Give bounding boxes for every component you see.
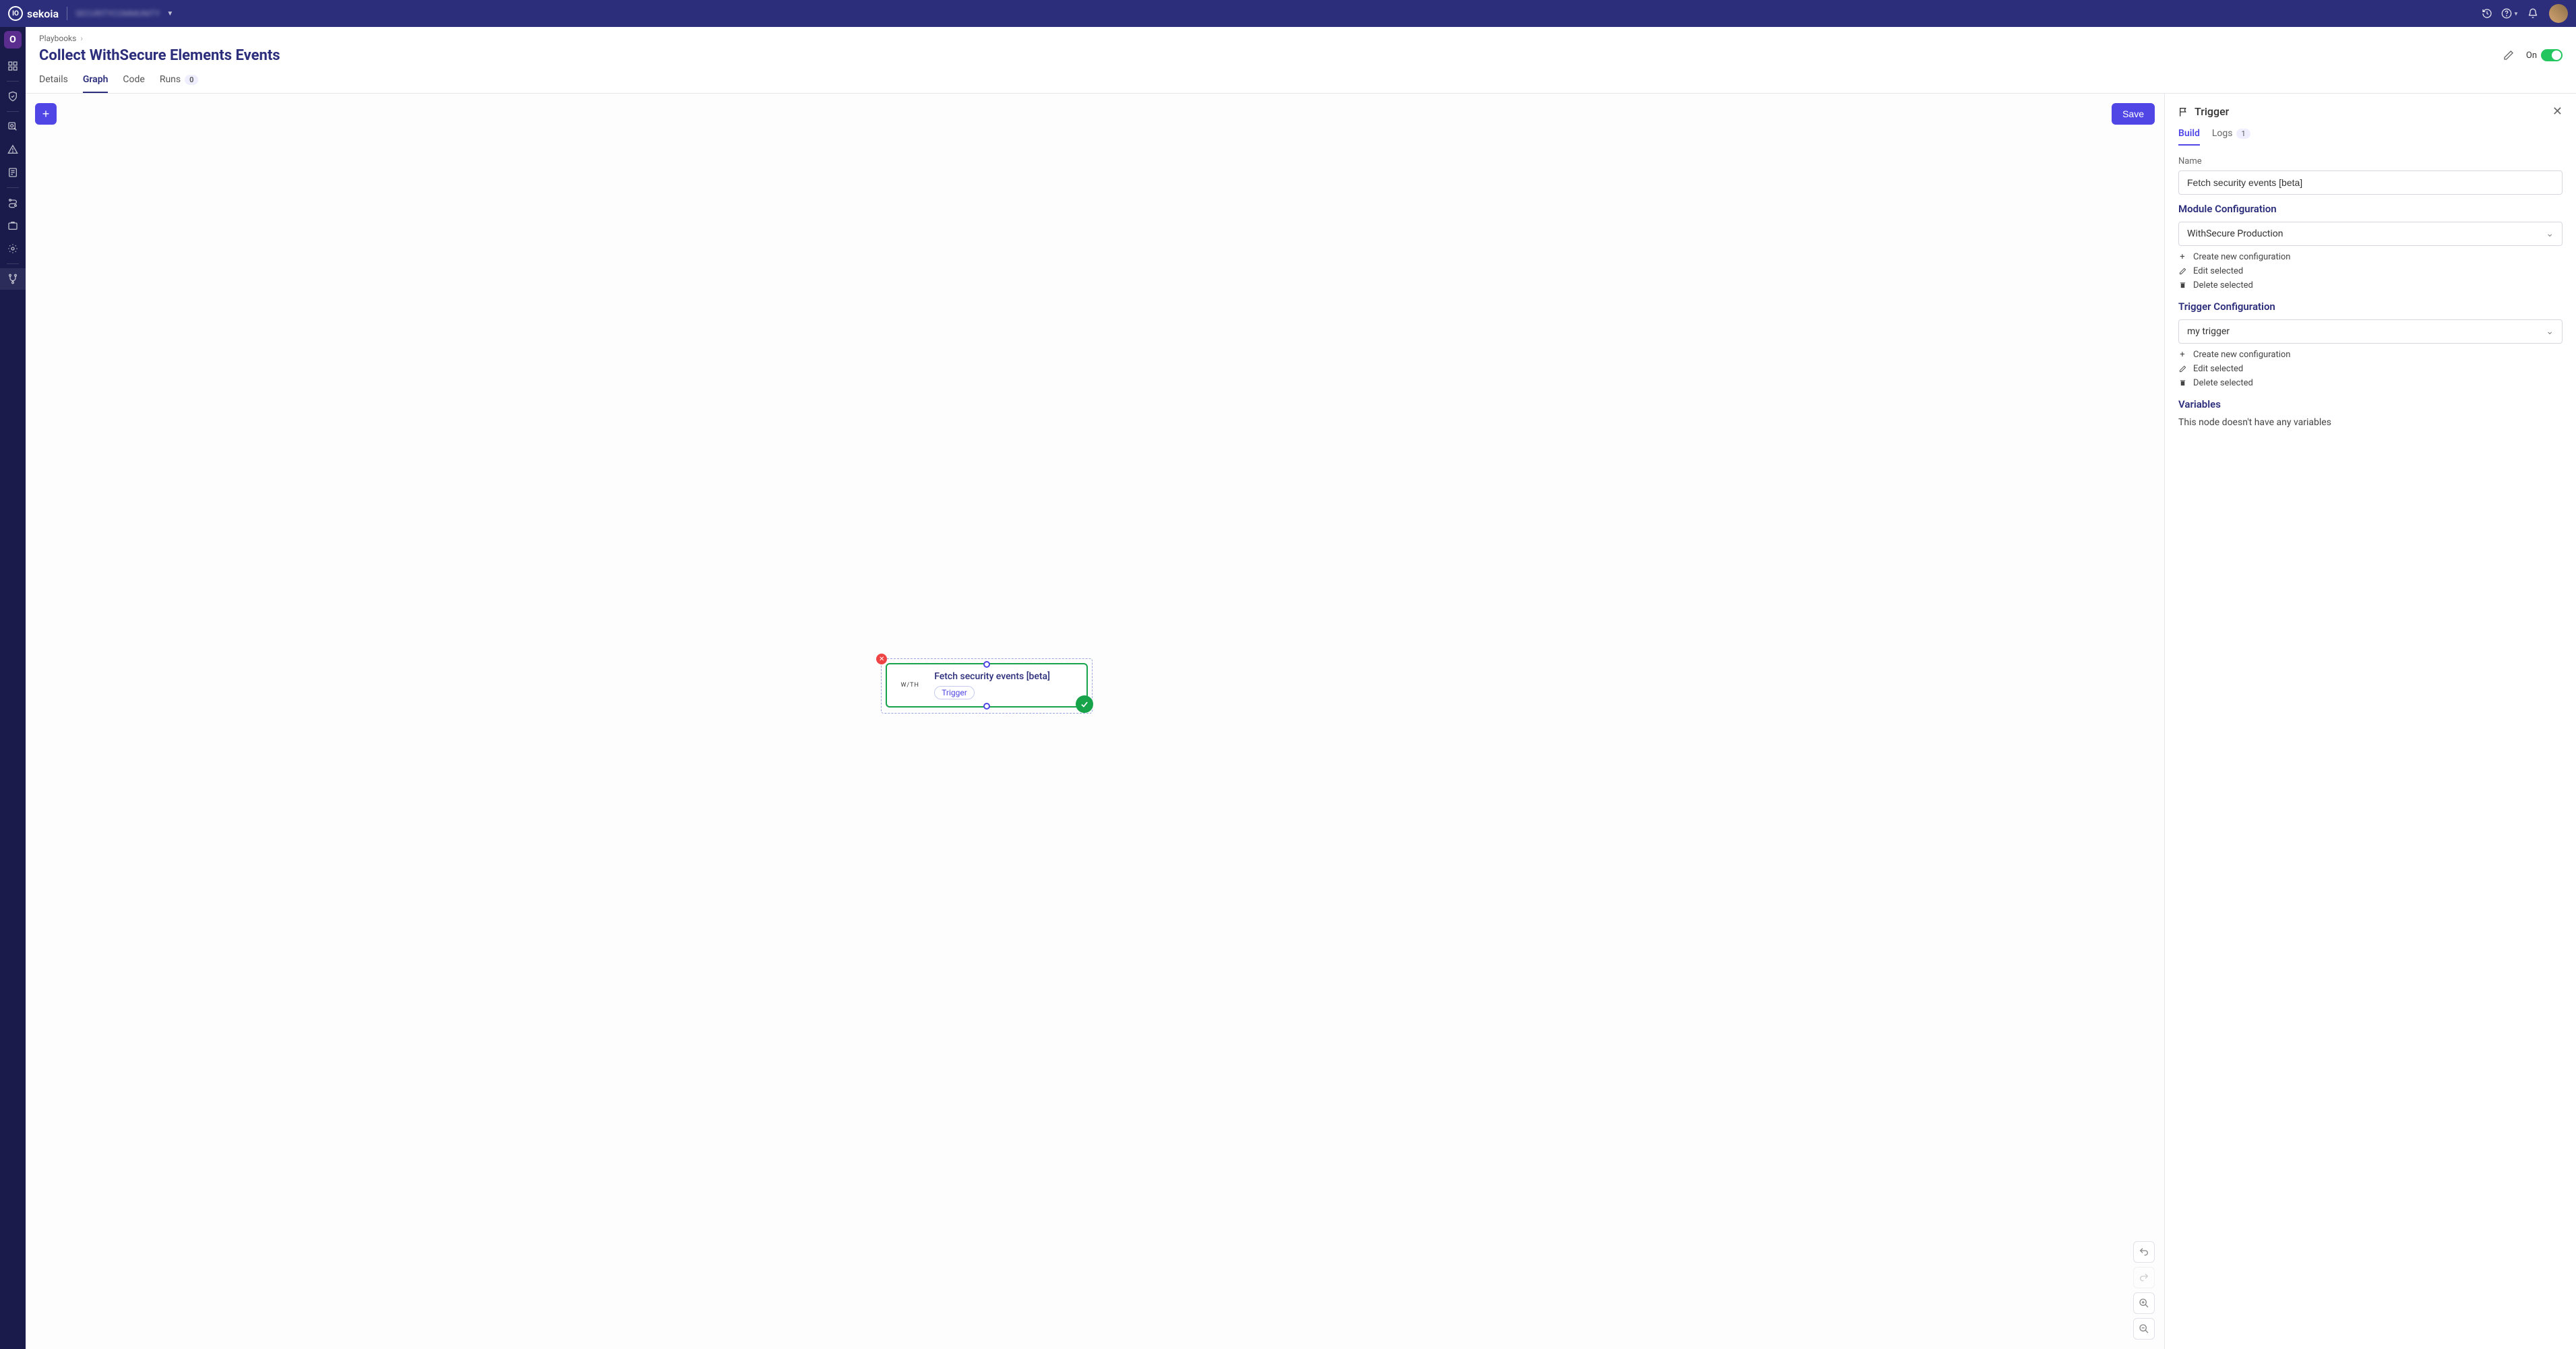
redo-button[interactable] xyxy=(2133,1267,2155,1288)
chevron-down-icon: ▼ xyxy=(166,10,173,18)
chevron-down-icon: ▼ xyxy=(2513,11,2519,17)
brand-name: sekoia xyxy=(27,7,59,20)
sidebar-item-reports[interactable] xyxy=(0,162,26,183)
brand-logo-icon: IO xyxy=(8,6,23,21)
sidebar-item-alert[interactable] xyxy=(0,139,26,160)
tab-runs-label: Runs xyxy=(160,74,181,85)
chevron-right-icon: › xyxy=(80,34,83,43)
name-label: Name xyxy=(2178,156,2563,166)
module-config-delete[interactable]: Delete selected xyxy=(2178,278,2563,292)
module-config-select[interactable]: WithSecure Production ⌄ xyxy=(2178,222,2563,246)
node-vendor-icon: W/TH xyxy=(896,672,923,699)
sidebar: O xyxy=(0,27,26,1349)
trigger-config-create[interactable]: + Create new configuration xyxy=(2178,348,2563,362)
node-delete-icon[interactable]: ✕ xyxy=(876,654,887,664)
community-name: SECURITYCOMMUNITY xyxy=(75,9,164,18)
brand-logo[interactable]: IO sekoia xyxy=(8,6,59,21)
trigger-config-value: my trigger xyxy=(2187,326,2230,337)
edit-button[interactable] xyxy=(2499,46,2518,65)
inspector-tab-logs-label: Logs xyxy=(2212,128,2233,139)
chevron-down-icon: ⌄ xyxy=(2546,326,2554,337)
flag-icon xyxy=(2178,106,2189,117)
history-icon[interactable] xyxy=(2478,4,2496,23)
user-avatar[interactable] xyxy=(2549,4,2568,23)
save-button[interactable]: Save xyxy=(2112,103,2155,125)
pencil-icon xyxy=(2178,365,2186,373)
sidebar-item-shield[interactable] xyxy=(0,86,26,107)
breadcrumb: Playbooks › xyxy=(39,34,2563,43)
page-tabs: Details Graph Code Runs 0 xyxy=(39,74,2563,93)
canvas-controls xyxy=(2133,1241,2155,1340)
node-port-in[interactable] xyxy=(983,661,990,668)
sidebar-item-settings[interactable] xyxy=(0,238,26,259)
sidebar-item-playbooks[interactable] xyxy=(0,268,26,290)
pencil-icon xyxy=(2178,268,2186,275)
module-config-edit[interactable]: Edit selected xyxy=(2178,264,2563,278)
plus-icon: + xyxy=(2178,252,2186,262)
enabled-toggle[interactable] xyxy=(2541,49,2563,61)
tab-code[interactable]: Code xyxy=(123,74,144,93)
graph-node-wrapper: ✕ W/TH Fetch security events [beta] Trig… xyxy=(881,658,1093,714)
inspector-logs-count: 1 xyxy=(2236,129,2250,139)
inspector-tab-logs[interactable]: Logs 1 xyxy=(2212,128,2250,146)
zoom-out-button[interactable] xyxy=(2133,1318,2155,1340)
community-selector[interactable]: SECURITYCOMMUNITY ▼ xyxy=(75,9,173,18)
page-title: Collect WithSecure Elements Events xyxy=(39,47,2499,64)
trigger-config-delete[interactable]: Delete selected xyxy=(2178,376,2563,390)
graph-node[interactable]: W/TH Fetch security events [beta] Trigge… xyxy=(886,663,1088,708)
module-config-heading: Module Configuration xyxy=(2178,203,2563,215)
help-icon[interactable]: ▼ xyxy=(2501,4,2519,23)
topbar: IO sekoia SECURITYCOMMUNITY ▼ ▼ xyxy=(0,0,2576,27)
graph-canvas[interactable]: + Save ✕ W/TH Fetch security events [bet… xyxy=(26,94,2165,1349)
toggle-knob xyxy=(2552,51,2561,60)
tab-runs[interactable]: Runs 0 xyxy=(160,74,199,93)
trash-icon xyxy=(2178,282,2186,289)
node-type-badge: Trigger xyxy=(934,686,975,699)
breadcrumb-root[interactable]: Playbooks xyxy=(39,34,76,43)
module-config-value: WithSecure Production xyxy=(2187,228,2283,239)
close-inspector-button[interactable]: ✕ xyxy=(2552,104,2563,119)
workspace-badge[interactable]: O xyxy=(4,31,22,49)
tab-runs-count: 0 xyxy=(185,75,198,85)
sidebar-item-intel[interactable] xyxy=(0,192,26,214)
sidebar-item-catalog[interactable] xyxy=(0,215,26,237)
sidebar-item-dashboard[interactable] xyxy=(0,55,26,77)
inspector-title: Trigger xyxy=(2195,105,2229,118)
variables-empty-text: This node doesn't have any variables xyxy=(2178,417,2563,428)
variables-heading: Variables xyxy=(2178,398,2563,410)
add-node-button[interactable]: + xyxy=(35,103,57,125)
bell-icon[interactable] xyxy=(2523,4,2542,23)
node-port-out[interactable] xyxy=(983,703,990,710)
name-input[interactable] xyxy=(2178,170,2563,195)
inspector-tab-build[interactable]: Build xyxy=(2178,128,2200,146)
tab-graph[interactable]: Graph xyxy=(83,74,109,93)
inspector-panel: Trigger ✕ Build Logs 1 Name Module Confi… xyxy=(2165,94,2576,1349)
trigger-config-select[interactable]: my trigger ⌄ xyxy=(2178,319,2563,344)
toggle-label: On xyxy=(2526,51,2537,61)
trash-icon xyxy=(2178,379,2186,387)
zoom-in-button[interactable] xyxy=(2133,1292,2155,1314)
trigger-config-edit[interactable]: Edit selected xyxy=(2178,362,2563,376)
trigger-config-heading: Trigger Configuration xyxy=(2178,301,2563,313)
plus-icon: + xyxy=(2178,350,2186,360)
module-config-create[interactable]: + Create new configuration xyxy=(2178,250,2563,264)
chevron-down-icon: ⌄ xyxy=(2546,228,2554,239)
undo-button[interactable] xyxy=(2133,1241,2155,1263)
node-selection: ✕ W/TH Fetch security events [beta] Trig… xyxy=(881,658,1093,714)
node-title: Fetch security events [beta] xyxy=(934,671,1077,682)
sidebar-item-search[interactable] xyxy=(0,116,26,137)
tab-details[interactable]: Details xyxy=(39,74,68,93)
node-ok-icon xyxy=(1076,695,1093,713)
